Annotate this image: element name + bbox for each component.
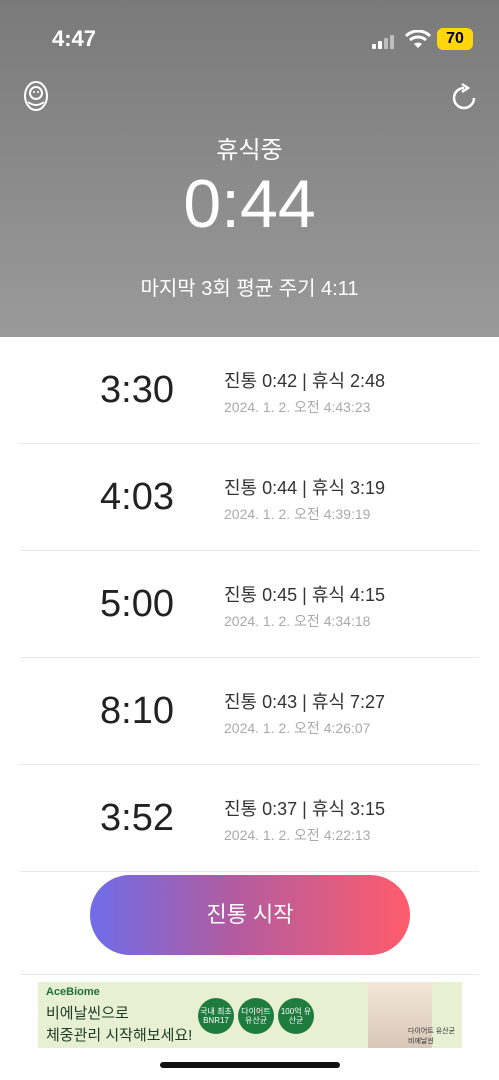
baby-icon[interactable] [22, 80, 50, 112]
signal-icon [372, 33, 398, 49]
divider [20, 974, 479, 975]
battery-indicator: 70 [437, 28, 473, 50]
rest-timer: 0:44 [183, 166, 316, 242]
ad-headline: 비에날씬으로 [46, 1005, 129, 1022]
record-timestamp: 2024. 1. 2. 오전 4:39:19 [224, 506, 371, 522]
status-bar: 4:47 70 [0, 0, 499, 80]
contraction-detail: 진통 0:45 | 휴식 4:15 [224, 585, 385, 605]
interval-value: 5:00 [100, 583, 174, 625]
interval-value: 3:52 [100, 797, 174, 839]
record-timestamp: 2024. 1. 2. 오전 4:34:18 [224, 613, 371, 629]
list-item[interactable]: 3:30 진통 0:42 | 휴식 2:48 2024. 1. 2. 오전 4:… [20, 337, 479, 444]
refresh-icon[interactable] [448, 82, 480, 114]
ad-caption: 다이어트 유산균 비에날씬 [408, 1028, 456, 1045]
ad-brand: AceBiome [46, 986, 100, 998]
ad-badge: 국내 최초 BNR17 [198, 998, 234, 1034]
interval-value: 3:30 [100, 369, 174, 411]
list-item[interactable]: 4:03 진통 0:44 | 휴식 3:19 2024. 1. 2. 오전 4:… [20, 444, 479, 551]
record-timestamp: 2024. 1. 2. 오전 4:26:07 [224, 720, 371, 736]
ad-banner[interactable]: AceBiome 비에날씬으로 체중관리 시작해보세요! 국내 최초 BNR17… [38, 982, 462, 1048]
interval-value: 4:03 [100, 476, 174, 518]
state-label: 휴식중 [216, 137, 283, 164]
header: 4:47 70 휴식중 0:44 마지막 3회 평균 주기 4:11 [0, 0, 499, 337]
interval-value: 8:10 [100, 690, 174, 732]
home-indicator[interactable] [160, 1062, 340, 1068]
record-timestamp: 2024. 1. 2. 오전 4:43:23 [224, 399, 371, 415]
contraction-detail: 진통 0:42 | 휴식 2:48 [224, 371, 385, 391]
record-timestamp: 2024. 1. 2. 오전 4:22:13 [224, 827, 371, 843]
contraction-list: 3:30 진통 0:42 | 휴식 2:48 2024. 1. 2. 오전 4:… [0, 337, 499, 872]
contraction-detail: 진통 0:43 | 휴식 7:27 [224, 692, 385, 712]
average-cycle: 마지막 3회 평균 주기 4:11 [140, 278, 359, 300]
status-time: 4:47 [52, 26, 97, 51]
list-item[interactable]: 3:52 진통 0:37 | 휴식 3:15 2024. 1. 2. 오전 4:… [20, 765, 479, 872]
list-item[interactable]: 5:00 진통 0:45 | 휴식 4:15 2024. 1. 2. 오전 4:… [20, 551, 479, 658]
start-contraction-button[interactable]: 진통 시작 [90, 875, 410, 955]
contraction-detail: 진통 0:44 | 휴식 3:19 [224, 478, 385, 498]
wifi-icon [404, 30, 432, 48]
ad-badge: 100억 유산균 [278, 998, 314, 1034]
list-item[interactable]: 8:10 진통 0:43 | 휴식 7:27 2024. 1. 2. 오전 4:… [20, 658, 479, 765]
ad-badge: 다이어트 유산균 [238, 998, 274, 1034]
contraction-detail: 진통 0:37 | 휴식 3:15 [224, 799, 385, 819]
ad-subheadline: 체중관리 시작해보세요! [46, 1027, 193, 1044]
